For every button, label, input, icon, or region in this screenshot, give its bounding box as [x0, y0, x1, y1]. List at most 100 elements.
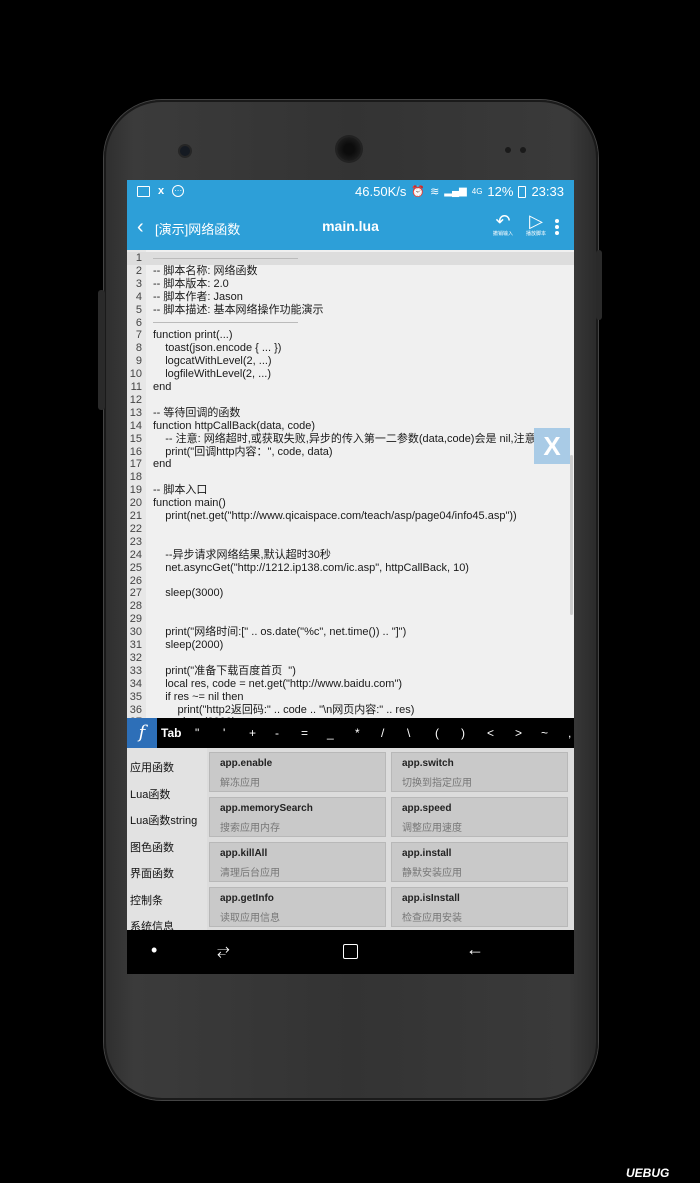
line-number: 28	[129, 600, 142, 613]
code-text: toast(json.encode { ... })	[153, 342, 282, 355]
recents-alt-icon[interactable]: ⥂	[217, 942, 230, 960]
function-card[interactable]: app.switch 切换到指定应用	[391, 752, 568, 792]
symbol-key[interactable]: /	[381, 726, 384, 740]
symbol-key[interactable]: ,	[568, 726, 571, 740]
function-description: 搜索应用内存	[220, 823, 280, 834]
symbol-key[interactable]: "	[195, 726, 199, 740]
function-card[interactable]: app.killAll 清理后台应用	[209, 842, 386, 882]
symbol-key[interactable]: *	[355, 726, 360, 740]
function-card[interactable]: app.getInfo 读取应用信息	[209, 887, 386, 927]
symbol-key[interactable]: _	[327, 726, 334, 740]
category-item[interactable]: Lua函数string	[130, 812, 197, 828]
function-card[interactable]: app.isInstall 检查应用安装	[391, 887, 568, 927]
code-line[interactable]: 27 sleep(3000)	[127, 587, 574, 600]
line-number: 15	[129, 432, 142, 445]
code-line[interactable]: 16 print("回调http内容：", code, data)	[127, 446, 574, 459]
play-script-button[interactable]: ▷ 播放脚本	[523, 212, 549, 237]
code-text: -- 脚本版本: 2.0	[153, 277, 229, 290]
symbol-key[interactable]: ~	[541, 726, 548, 740]
code-line[interactable]: 15 -- 注意: 网络超时,或获取失败,异步的传入第一二参数(data,cod…	[127, 433, 574, 446]
code-line[interactable]: 11 end	[127, 381, 574, 394]
code-line[interactable]: 35 if res ~= nil then	[127, 691, 574, 704]
function-card[interactable]: app.speed 调整应用速度	[391, 797, 568, 837]
code-line[interactable]: 33 print("准备下载百度首页 ")	[127, 665, 574, 678]
code-line[interactable]: 21 print(net.get("http://www.qicaispace.…	[127, 510, 574, 523]
undo-button[interactable]: ↶ 撤销输入	[490, 212, 516, 237]
line-number: 24	[129, 548, 142, 561]
symbol-key[interactable]: )	[461, 726, 465, 740]
code-line[interactable]: 28	[127, 600, 574, 613]
code-line[interactable]: 19 -- 脚本入口	[127, 484, 574, 497]
code-line[interactable]: 17 end	[127, 458, 574, 471]
category-item[interactable]: 应用函数	[130, 759, 174, 775]
code-line[interactable]: 10 logfileWithLevel(2, ...)	[127, 368, 574, 381]
code-line[interactable]: 34 local res, code = net.get("http://www…	[127, 678, 574, 691]
function-card[interactable]: app.install 静默安装应用	[391, 842, 568, 882]
symbol-key[interactable]: -	[275, 726, 279, 740]
code-line[interactable]: 14 function httpCallBack(data, code)	[127, 420, 574, 433]
code-line[interactable]: 25 net.asyncGet("http://1212.ip138.com/i…	[127, 562, 574, 575]
code-editor[interactable]: 1 2 -- 脚本名称: 网络函数 3 -- 脚本版本: 2.0 4 -- 脚本作者: Ja…	[127, 250, 574, 718]
code-line[interactable]: 3 -- 脚本版本: 2.0	[127, 278, 574, 291]
function-card[interactable]: app.memorySearch 搜索应用内存	[209, 797, 386, 837]
symbol-key[interactable]: +	[249, 726, 256, 740]
code-line[interactable]: 12	[127, 394, 574, 407]
code-line[interactable]: 30 print("网络时间:[" .. os.date("%c", net.t…	[127, 626, 574, 639]
code-line[interactable]: 7 function print(...)	[127, 329, 574, 342]
code-line[interactable]: 4 -- 脚本作者: Jason	[127, 291, 574, 304]
function-name: app.enable	[220, 758, 273, 769]
line-number: 18	[129, 471, 142, 484]
symbol-key[interactable]: '	[223, 726, 225, 740]
signal-label: 4G	[471, 187, 483, 196]
symbol-key[interactable]: Tab	[161, 726, 181, 740]
overflow-menu-icon[interactable]	[555, 217, 561, 237]
code-line[interactable]: 9 logcatWithLevel(2, ...)	[127, 355, 574, 368]
close-overlay-button[interactable]: X	[534, 428, 570, 464]
code-line[interactable]: 1	[127, 252, 574, 265]
code-text: end	[153, 381, 172, 393]
code-line[interactable]: 18	[127, 471, 574, 484]
home-dot-icon[interactable]: •	[151, 940, 157, 961]
code-line[interactable]: 22	[127, 523, 574, 536]
symbol-key[interactable]: <	[487, 726, 494, 740]
line-number: 31	[129, 639, 142, 651]
code-line[interactable]: 36 print("http2返回码:" .. code .. "\n网页内容:…	[127, 704, 574, 717]
code-text: --异步请求网络结果,默认超时30秒	[153, 548, 331, 561]
code-text: function print(...)	[153, 329, 233, 342]
code-line[interactable]: 29	[127, 613, 574, 626]
symbol-key[interactable]: \	[407, 726, 410, 740]
line-number: 29	[129, 613, 142, 626]
category-item[interactable]: 界面函数	[130, 865, 174, 881]
alarm-icon: ⏰	[411, 186, 426, 198]
category-item[interactable]: 图色函数	[130, 839, 174, 855]
code-line[interactable]: 26	[127, 575, 574, 588]
status-bar: x ··· 46.50K/s ⏰ ≋ ▂▄▆ 4G 12% 23:33	[127, 180, 574, 204]
code-line[interactable]: 32	[127, 652, 574, 665]
symbol-key[interactable]: >	[515, 726, 522, 740]
function-name: app.getInfo	[220, 893, 274, 904]
back-nav-icon[interactable]: ←	[466, 939, 484, 960]
editor-scrollbar[interactable]	[570, 455, 573, 615]
code-line[interactable]: 24 --异步请求网络结果,默认超时30秒	[127, 549, 574, 562]
code-line[interactable]: 31 sleep(2000)	[127, 639, 574, 652]
line-number: 5	[135, 303, 142, 316]
symbol-key[interactable]: =	[301, 726, 308, 740]
earpiece-speaker	[337, 137, 361, 161]
overview-icon[interactable]	[343, 944, 358, 959]
function-panel-button[interactable]: f	[127, 718, 157, 748]
code-text: sleep(2000)	[153, 639, 224, 651]
code-line[interactable]: 6	[127, 317, 574, 330]
code-line[interactable]: 5 -- 脚本描述: 基本网络操作功能演示	[127, 304, 574, 317]
code-line[interactable]: 2 -- 脚本名称: 网络函数	[127, 265, 574, 278]
category-item[interactable]: 控制条	[130, 892, 163, 908]
symbol-key[interactable]: (	[435, 726, 439, 740]
category-item[interactable]: Lua函数	[130, 786, 170, 802]
code-text: -- 等待回调的函数	[153, 406, 241, 419]
line-number: 25	[129, 561, 142, 574]
function-name: app.install	[402, 848, 452, 859]
function-card[interactable]: app.enable 解冻应用	[209, 752, 386, 792]
code-line[interactable]: 13 -- 等待回调的函数	[127, 407, 574, 420]
code-line[interactable]: 23	[127, 536, 574, 549]
code-line[interactable]: 8 toast(json.encode { ... })	[127, 342, 574, 355]
code-line[interactable]: 20 function main()	[127, 497, 574, 510]
